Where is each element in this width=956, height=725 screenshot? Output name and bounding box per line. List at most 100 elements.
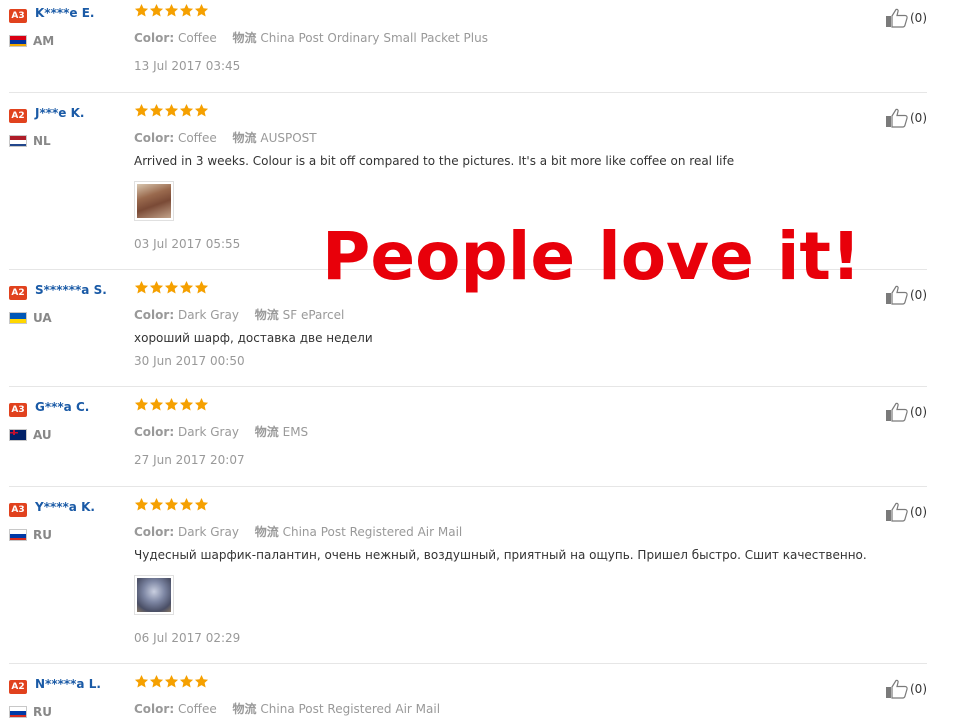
star-icon <box>134 280 149 294</box>
helpful-count: (0) <box>910 405 927 419</box>
thumbs-up-icon <box>886 108 908 128</box>
star-rating <box>134 3 209 18</box>
star-rating <box>134 397 209 412</box>
star-icon <box>194 3 209 17</box>
star-icon <box>134 103 149 117</box>
star-icon <box>179 397 194 411</box>
star-icon <box>134 497 149 511</box>
thumbs-up-icon <box>886 402 908 422</box>
helpful-count: (0) <box>910 505 927 519</box>
star-icon <box>149 103 164 117</box>
star-icon <box>194 103 209 117</box>
color-label: Color: <box>134 31 175 45</box>
country-flag-icon <box>9 35 27 47</box>
order-attributes: Color: Dark Gray 物流 SF eParcel <box>134 306 344 323</box>
star-icon <box>164 280 179 294</box>
color-label: Color: <box>134 702 175 716</box>
review-photo <box>137 578 171 612</box>
review-photo-thumbnail[interactable] <box>134 181 174 221</box>
shipping-label: 物流 <box>254 308 279 322</box>
country-code: AU <box>33 428 52 442</box>
star-icon <box>179 674 194 688</box>
buyer-level-badge: A2 <box>9 286 27 300</box>
star-icon <box>164 397 179 411</box>
shipping-label: 物流 <box>254 425 279 439</box>
color-value: Dark Gray <box>177 308 239 322</box>
reviewer-name: G***a C. <box>35 400 90 414</box>
helpful-count: (0) <box>910 111 927 125</box>
review-item: A3 K****e E. AM Color: Coffee 物流 China P… <box>0 0 956 93</box>
shipping-label: 物流 <box>232 31 257 45</box>
star-icon <box>179 3 194 17</box>
star-icon <box>164 674 179 688</box>
buyer-level-badge: A3 <box>9 503 27 517</box>
color-value: Dark Gray <box>177 425 239 439</box>
review-text: Arrived in 3 weeks. Colour is a bit off … <box>134 154 735 168</box>
review-list: A3 K****e E. AM Color: Coffee 物流 China P… <box>0 0 956 725</box>
helpful-button[interactable]: (0) <box>885 679 927 699</box>
star-rating <box>134 103 209 118</box>
order-attributes: Color: Dark Gray 物流 EMS <box>134 423 308 440</box>
star-rating <box>134 280 209 295</box>
shipping-label: 物流 <box>232 131 257 145</box>
review-date: 30 Jun 2017 00:50 <box>134 354 245 368</box>
reviewer-name: K****e E. <box>35 6 95 20</box>
reviewer-name: Y****a K. <box>35 500 95 514</box>
reviewer-name: N*****a L. <box>35 677 101 691</box>
shipping-value: EMS <box>282 425 309 439</box>
reviewer-name: J***e K. <box>35 106 85 120</box>
star-icon <box>149 3 164 17</box>
review-item: A3 G***a C. AU Color: Dark Gray 物流 EMS 2… <box>0 394 956 487</box>
star-icon <box>134 397 149 411</box>
shipping-label: 物流 <box>254 525 279 539</box>
review-date: 13 Jul 2017 03:45 <box>134 59 241 73</box>
helpful-button[interactable]: (0) <box>885 502 927 522</box>
star-icon <box>194 674 209 688</box>
country-flag-icon <box>9 529 27 541</box>
shipping-value: SF eParcel <box>282 308 345 322</box>
review-date: 03 Jul 2017 05:55 <box>134 237 241 251</box>
color-label: Color: <box>134 308 175 322</box>
star-icon <box>149 497 164 511</box>
shipping-label: 物流 <box>232 702 257 716</box>
helpful-button[interactable]: (0) <box>885 402 927 422</box>
star-icon <box>194 397 209 411</box>
shipping-value: China Post Ordinary Small Packet Plus <box>260 31 488 45</box>
review-photo-thumbnail[interactable] <box>134 575 174 615</box>
review-date: 06 Jul 2017 02:29 <box>134 631 241 645</box>
star-icon <box>179 280 194 294</box>
helpful-count: (0) <box>910 288 927 302</box>
star-rating <box>134 497 209 512</box>
order-attributes: Color: Coffee 物流 China Post Registered A… <box>134 700 440 717</box>
review-item: A3 Y****a K. RU Color: Dark Gray 物流 Chin… <box>0 494 956 664</box>
star-icon <box>149 280 164 294</box>
star-icon <box>134 3 149 17</box>
color-label: Color: <box>134 525 175 539</box>
country-code: AM <box>33 34 55 48</box>
color-label: Color: <box>134 131 175 145</box>
helpful-button[interactable]: (0) <box>885 108 927 128</box>
promo-overlay-text: People love it! <box>322 218 862 295</box>
review-text: хороший шарф, доставка две недели <box>134 331 373 345</box>
helpful-button[interactable]: (0) <box>885 285 927 305</box>
review-item: A2 N*****a L. RU Color: Coffee 物流 China … <box>0 671 956 725</box>
star-icon <box>179 103 194 117</box>
shipping-value: China Post Registered Air Mail <box>260 702 441 716</box>
star-rating <box>134 674 209 689</box>
helpful-button[interactable]: (0) <box>885 8 927 28</box>
star-icon <box>179 497 194 511</box>
color-value: Dark Gray <box>177 525 239 539</box>
thumbs-up-icon <box>886 502 908 522</box>
star-icon <box>149 397 164 411</box>
star-icon <box>164 3 179 17</box>
order-attributes: Color: Coffee 物流 AUSPOST <box>134 129 317 146</box>
shipping-value: China Post Registered Air Mail <box>282 525 463 539</box>
buyer-level-badge: A3 <box>9 403 27 417</box>
star-icon <box>164 497 179 511</box>
star-icon <box>194 497 209 511</box>
buyer-level-badge: A2 <box>9 109 27 123</box>
review-photo <box>137 184 171 218</box>
country-code: UA <box>33 311 52 325</box>
thumbs-up-icon <box>886 285 908 305</box>
color-value: Coffee <box>177 131 217 145</box>
